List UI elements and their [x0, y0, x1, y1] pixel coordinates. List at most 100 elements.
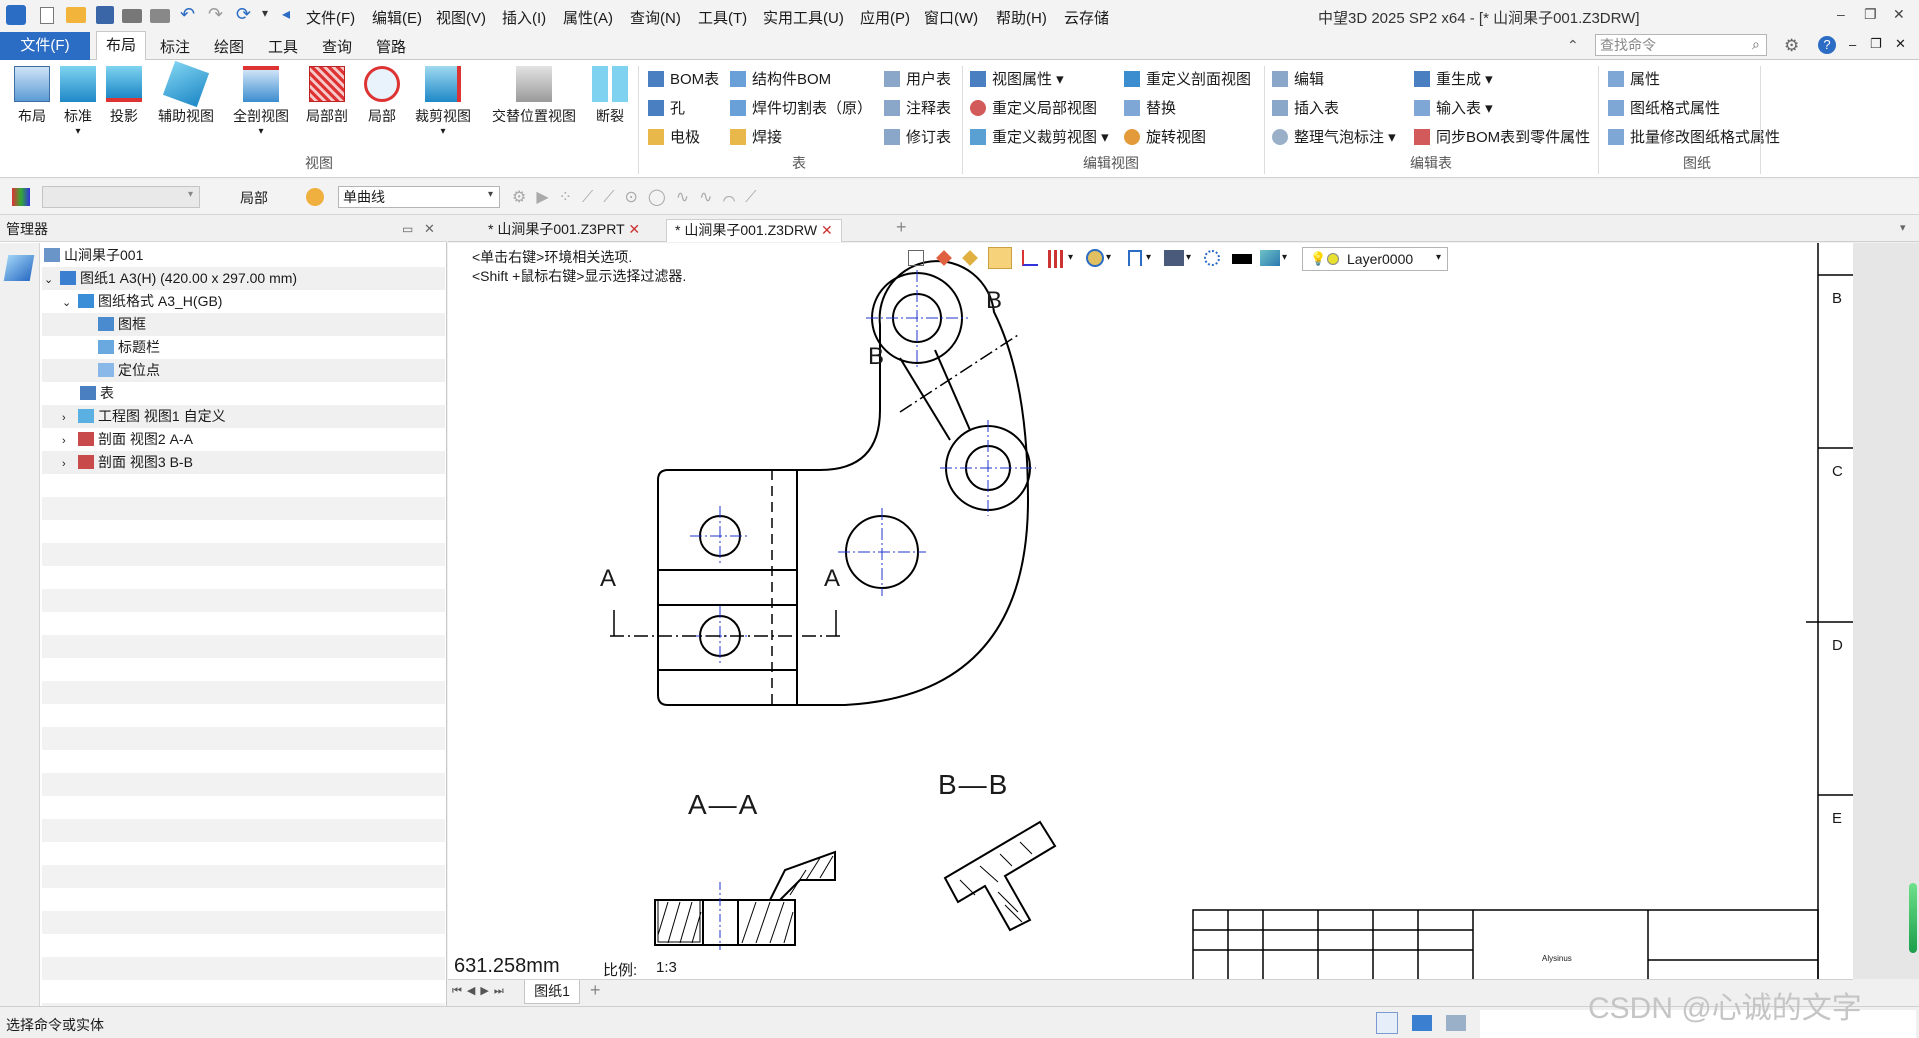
redefine-crop-view-button[interactable]: 重定义裁剪视图 ▾	[970, 126, 1109, 147]
tab-piping[interactable]: 管路	[376, 36, 406, 57]
doc-tab-drawing[interactable]: * 山涧果子001.Z3DRW ✕	[666, 219, 842, 242]
import-table-button[interactable]: 输入表 ▾	[1414, 97, 1493, 118]
chevron-down-icon[interactable]: ▾	[1068, 252, 1073, 263]
filter-combo[interactable]	[42, 186, 200, 208]
tab-query[interactable]: 查询	[322, 36, 352, 57]
chevron-right-icon[interactable]: ›	[62, 407, 78, 430]
doc-tab-part[interactable]: * 山涧果子001.Z3PRT ✕	[480, 219, 648, 242]
tab-annotate[interactable]: 标注	[160, 36, 190, 57]
sheet-format-properties-button[interactable]: 图纸格式属性	[1608, 97, 1720, 118]
tree-item-sheet-format[interactable]: ⌄ 图纸格式 A3_H(GB)	[42, 290, 445, 313]
chevron-down-icon[interactable]: ▾	[1436, 252, 1441, 263]
save-icon[interactable]	[96, 6, 114, 24]
structure-bom-button[interactable]: 结构件BOM	[730, 68, 831, 89]
chevron-down-icon[interactable]: ▾	[1146, 252, 1151, 263]
tree-item-table[interactable]: 表	[42, 382, 445, 405]
tree-item-view1[interactable]: › 工程图 视图1 自定义	[42, 405, 445, 428]
close-icon[interactable]: ✕	[1893, 6, 1905, 23]
menu-edit[interactable]: 编辑(E)	[372, 7, 422, 28]
tab-tools[interactable]: 工具	[268, 36, 298, 57]
dimension-icon[interactable]	[1128, 250, 1142, 266]
partial-section-button[interactable]: 局部剖	[300, 66, 354, 126]
sync-bom-button[interactable]: 同步BOM表到零件属性	[1414, 126, 1590, 147]
chevron-down-icon[interactable]: ▾	[1282, 252, 1287, 263]
grid-snap-icon[interactable]	[1022, 250, 1038, 266]
assembly-manager-icon[interactable]	[3, 255, 35, 281]
detail-view-button[interactable]: 局部	[360, 66, 404, 126]
menu-file[interactable]: 文件(F)	[306, 7, 355, 28]
tree-item-anchor[interactable]: 定位点	[42, 359, 445, 382]
sheet-tab-1[interactable]: 图纸1	[524, 980, 580, 1004]
redefine-detail-view-button[interactable]: 重定义局部视图	[970, 97, 1097, 118]
filter-scope-label[interactable]: 局部	[240, 188, 268, 208]
panel-close-icon[interactable]: ✕	[424, 216, 435, 242]
print-icon[interactable]	[122, 9, 142, 23]
eraser-icon[interactable]	[962, 250, 978, 266]
drawing-canvas[interactable]: <单击右键>环境相关选项. <Shift +鼠标右键>显示选择过滤器. A A …	[448, 243, 1853, 979]
refresh-icon[interactable]: ⟳	[236, 4, 251, 25]
batch-modify-format-button[interactable]: 批量修改图纸格式属性	[1608, 126, 1780, 147]
sheet-properties-button[interactable]: 属性	[1608, 68, 1660, 89]
panel-pin-icon[interactable]: ▭	[402, 216, 413, 242]
note-table-button[interactable]: 注释表	[884, 97, 951, 118]
open-folder-icon[interactable]	[66, 7, 86, 23]
back-arrow-icon[interactable]: ◂	[282, 4, 290, 24]
tree-item-title-block[interactable]: 标题栏	[42, 336, 445, 359]
render-mode-icon[interactable]	[1086, 249, 1104, 267]
user-table-button[interactable]: 用户表	[884, 68, 951, 89]
standard-view-button[interactable]: 标准 ▾	[58, 66, 98, 137]
zoom-slider[interactable]	[1909, 883, 1917, 953]
hole-table-button[interactable]: 孔	[648, 97, 685, 118]
doc-close-icon[interactable]: ✕	[1895, 36, 1906, 52]
snap-tools-icons[interactable]: ⚙▶⁘⟋⟋⊙◯∿∿⌒⟋	[512, 187, 766, 207]
doc-restore-icon[interactable]: ❐	[1870, 36, 1882, 52]
menu-tools[interactable]: 工具(T)	[698, 7, 747, 28]
menu-help[interactable]: 帮助(H)	[996, 7, 1047, 28]
chevron-down-icon[interactable]: ⌄	[62, 292, 78, 315]
tab-list-icon[interactable]: ▾	[1900, 221, 1906, 234]
chevron-down-icon[interactable]: ▾	[1106, 252, 1111, 263]
edit-table-button[interactable]: 编辑	[1272, 68, 1324, 89]
layout-button[interactable]: 布局	[8, 66, 56, 126]
menu-attributes[interactable]: 属性(A)	[563, 7, 613, 28]
pick-mode-icon[interactable]	[306, 188, 324, 206]
active-select-icon[interactable]	[988, 247, 1012, 269]
close-icon[interactable]: ✕	[628, 221, 640, 237]
tab-file[interactable]: 文件(F)	[0, 32, 90, 60]
sheet-nav-icons[interactable]: ⏮◀▶⏭	[452, 984, 509, 998]
tab-layout[interactable]: 布局	[96, 31, 146, 61]
window-list-icon[interactable]	[1446, 1015, 1466, 1031]
tree-item-view3[interactable]: › 剖面 视图3 B-B	[42, 451, 445, 474]
chevron-right-icon[interactable]: ›	[62, 430, 78, 453]
auxiliary-view-button[interactable]: 辅助视图	[150, 60, 222, 126]
tree-item-sheet[interactable]: ⌄ 图纸1 A3(H) (420.00 x 297.00 mm)	[42, 267, 445, 290]
grid-icon[interactable]	[1048, 250, 1066, 268]
close-icon[interactable]: ✕	[821, 222, 833, 238]
add-sheet-icon[interactable]: +	[590, 980, 601, 1001]
menu-utilities[interactable]: 实用工具(U)	[763, 7, 844, 28]
projection-button[interactable]: 投影	[104, 66, 144, 126]
menu-cloud[interactable]: 云存储	[1064, 7, 1109, 28]
collapse-ribbon-icon[interactable]: ⌃	[1567, 37, 1579, 54]
chevron-down-icon[interactable]: ⌄	[44, 269, 60, 292]
menu-window[interactable]: 窗口(W)	[924, 7, 978, 28]
crop-view-button[interactable]: 裁剪视图 ▾	[410, 66, 476, 137]
revision-table-button[interactable]: 修订表	[884, 126, 951, 147]
new-file-icon[interactable]	[40, 7, 54, 24]
menu-query[interactable]: 查询(N)	[630, 7, 681, 28]
app-logo-icon[interactable]	[6, 5, 26, 25]
electrode-table-button[interactable]: 电极	[648, 126, 700, 147]
weld-cut-table-button[interactable]: 焊件切割表（原）	[730, 97, 872, 118]
fit-view-icon[interactable]	[908, 250, 924, 266]
restore-icon[interactable]: ❐	[1864, 6, 1877, 23]
add-tab-icon[interactable]: +	[896, 217, 907, 238]
monitor-icon[interactable]	[1412, 1015, 1432, 1031]
tree-item-root[interactable]: 山涧果子001	[42, 244, 445, 267]
bom-table-button[interactable]: BOM表	[648, 68, 719, 89]
quick-access-dropdown-icon[interactable]: ▾	[262, 6, 268, 20]
tab-draw[interactable]: 绘图	[214, 36, 244, 57]
search-icon[interactable]: ⌕	[1752, 36, 1760, 53]
command-search-input[interactable]: 查找命令	[1595, 34, 1767, 56]
alternate-position-view-button[interactable]: 交替位置视图	[486, 66, 582, 126]
rotate-view-button[interactable]: 旋转视图	[1124, 126, 1206, 147]
